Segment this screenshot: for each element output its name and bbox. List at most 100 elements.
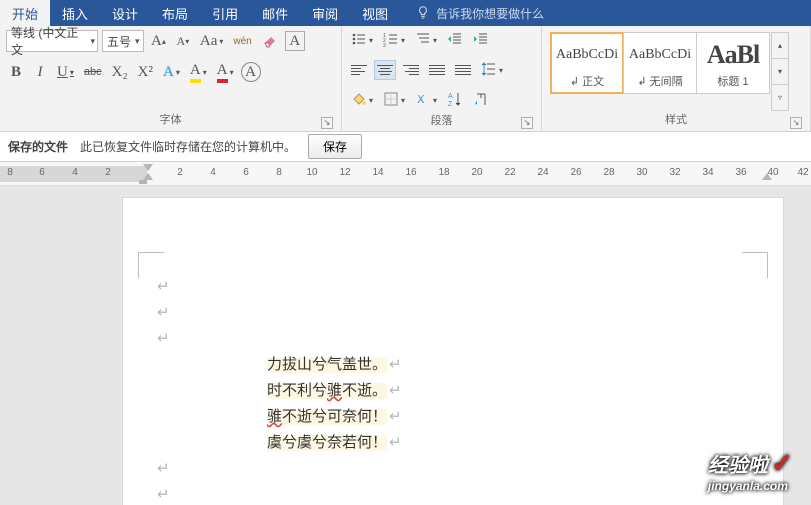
outdent-icon: [447, 31, 463, 50]
gallery-down-icon[interactable]: ▾: [772, 59, 788, 85]
page[interactable]: ↵ ↵ ↵ 力拔山兮气盖世。↵ 时不利兮骓不逝。↵ 骓不逝兮可奈何！↵ 虞兮虞兮…: [123, 198, 783, 505]
align-center-button[interactable]: [374, 60, 396, 80]
para-mark: ↵: [389, 409, 402, 425]
recovery-save-button[interactable]: 保存: [308, 134, 362, 159]
tab-insert[interactable]: 插入: [50, 0, 100, 26]
para-mark: ↵: [389, 357, 402, 373]
bullets-button[interactable]: ▾: [348, 30, 376, 50]
align-center-icon: [377, 65, 393, 75]
align-justify-button[interactable]: [426, 60, 448, 80]
bold-button[interactable]: B: [6, 62, 26, 82]
eraser-icon: [262, 32, 278, 51]
svg-text:Z: Z: [448, 101, 453, 107]
tab-home[interactable]: 开始: [0, 0, 50, 26]
ruler-tick: 18: [438, 167, 449, 178]
hanging-indent-marker[interactable]: [143, 173, 153, 180]
phonetic-guide-button[interactable]: wén: [230, 31, 254, 51]
highlight-button[interactable]: A▾: [187, 62, 210, 82]
font-size-combo[interactable]: 五号▾: [102, 30, 144, 52]
change-case-button[interactable]: Aa▾: [197, 31, 227, 51]
show-marks-button[interactable]: [470, 90, 492, 110]
document-body[interactable]: ↵ ↵ ↵ 力拔山兮气盖世。↵ 时不利兮骓不逝。↵ 骓不逝兮可奈何！↵ 虞兮虞兮…: [155, 274, 402, 505]
ruler-tick: 24: [537, 167, 548, 178]
gallery-expand-icon[interactable]: ▿: [772, 85, 788, 110]
group-styles: AaBbCcDi ↲ 正文 AaBbCcDi ↲ 无间隔 AaBl 标题 1 ▴…: [542, 26, 811, 131]
horizontal-ruler[interactable]: 8 6 4 2 2 4 6 8 10 12 14 16 18 20 22 24 …: [0, 162, 811, 186]
svg-text:A: A: [448, 93, 453, 100]
ruler-tick: 12: [339, 167, 350, 178]
font-color-button[interactable]: A▾: [214, 62, 237, 82]
tab-design[interactable]: 设计: [100, 0, 150, 26]
ruler-tick: 20: [471, 167, 482, 178]
style-name-normal: ↲ 正文: [570, 73, 604, 89]
tab-references[interactable]: 引用: [200, 0, 250, 26]
group-label-paragraph: 段落: [348, 114, 535, 131]
gallery-up-icon[interactable]: ▴: [772, 33, 788, 59]
ruler-tick: 10: [306, 167, 317, 178]
align-distributed-button[interactable]: [452, 60, 474, 80]
shading-button[interactable]: ▾: [348, 90, 376, 110]
para-mark: ↵: [157, 305, 170, 321]
style-nospacing[interactable]: AaBbCcDi ↲ 无间隔: [623, 32, 697, 94]
document-area[interactable]: ↵ ↵ ↵ 力拔山兮气盖世。↵ 时不利兮骓不逝。↵ 骓不逝兮可奈何！↵ 虞兮虞兮…: [0, 186, 811, 505]
lightbulb-icon: [416, 5, 430, 22]
borders-button[interactable]: ▾: [380, 90, 408, 110]
poem-line-4: 虞兮虞兮奈若何！: [267, 435, 387, 451]
para-mark: ↵: [157, 487, 170, 503]
enclose-circle-button[interactable]: A: [241, 62, 261, 82]
style-name-heading1: 标题 1: [717, 73, 748, 89]
numbering-button[interactable]: 123▾: [380, 30, 408, 50]
italic-button[interactable]: I: [30, 62, 50, 82]
increase-font-button[interactable]: A▴: [148, 31, 169, 51]
decrease-indent-button[interactable]: [444, 30, 466, 50]
ruler-tick: 6: [243, 167, 249, 178]
subscript-button[interactable]: X₂: [109, 62, 131, 82]
ruler-tick: 16: [405, 167, 416, 178]
asian-layout-button[interactable]: Ⅹ▾: [412, 90, 440, 110]
poem-line-3a: 骓: [267, 409, 282, 425]
right-indent-marker[interactable]: [762, 173, 772, 180]
ruler-tick: 34: [702, 167, 713, 178]
increase-indent-button[interactable]: [470, 30, 492, 50]
first-line-indent-marker[interactable]: [143, 164, 153, 171]
paragraph-dialog-launcher[interactable]: [521, 117, 533, 129]
ruler-tick: 22: [504, 167, 515, 178]
superscript-button[interactable]: X²: [135, 62, 156, 82]
watermark-text: 经验啦: [708, 455, 768, 477]
styles-gallery-more[interactable]: ▴ ▾ ▿: [771, 32, 789, 111]
underline-button[interactable]: U▾: [54, 62, 77, 82]
ribbon-tabbar: 开始 插入 设计 布局 引用 邮件 审阅 视图 告诉我你想要做什么: [0, 0, 811, 26]
tab-view[interactable]: 视图: [350, 0, 400, 26]
numbering-icon: 123: [383, 31, 399, 50]
align-right-button[interactable]: [400, 60, 422, 80]
tab-review[interactable]: 审阅: [300, 0, 350, 26]
font-dialog-launcher[interactable]: [321, 117, 333, 129]
poem-line-2b: 骓: [327, 383, 342, 399]
style-normal[interactable]: AaBbCcDi ↲ 正文: [550, 32, 624, 94]
multilevel-icon: [415, 31, 431, 50]
clear-formatting-button[interactable]: [259, 31, 281, 51]
style-preview: AaBl: [707, 37, 759, 73]
align-left-button[interactable]: [348, 60, 370, 80]
style-heading1[interactable]: AaBl 标题 1: [696, 32, 770, 94]
sort-button[interactable]: AZ: [444, 90, 466, 110]
ruler-tick: 26: [570, 167, 581, 178]
enclose-char-button[interactable]: A: [285, 31, 305, 51]
strike-button[interactable]: abc: [81, 62, 105, 82]
style-preview: AaBbCcDi: [556, 37, 618, 73]
line-spacing-button[interactable]: ▾: [478, 60, 506, 80]
tell-me-search[interactable]: 告诉我你想要做什么: [410, 0, 550, 26]
font-name-combo[interactable]: 等线 (中文正文▾: [6, 30, 98, 52]
text-effects-button[interactable]: A▾: [160, 62, 183, 82]
borders-icon: [383, 91, 399, 110]
decrease-font-button[interactable]: A▾: [173, 31, 193, 51]
multilevel-list-button[interactable]: ▾: [412, 30, 440, 50]
ruler-tick: 28: [603, 167, 614, 178]
ruler-tick: 36: [735, 167, 746, 178]
tab-layout[interactable]: 布局: [150, 0, 200, 26]
left-indent-marker[interactable]: [139, 180, 147, 184]
style-name-nospacing: ↲ 无间隔: [637, 73, 682, 89]
tab-mailings[interactable]: 邮件: [250, 0, 300, 26]
poem-line-3b: 不逝兮可奈何！: [282, 409, 387, 425]
styles-dialog-launcher[interactable]: [790, 117, 802, 129]
